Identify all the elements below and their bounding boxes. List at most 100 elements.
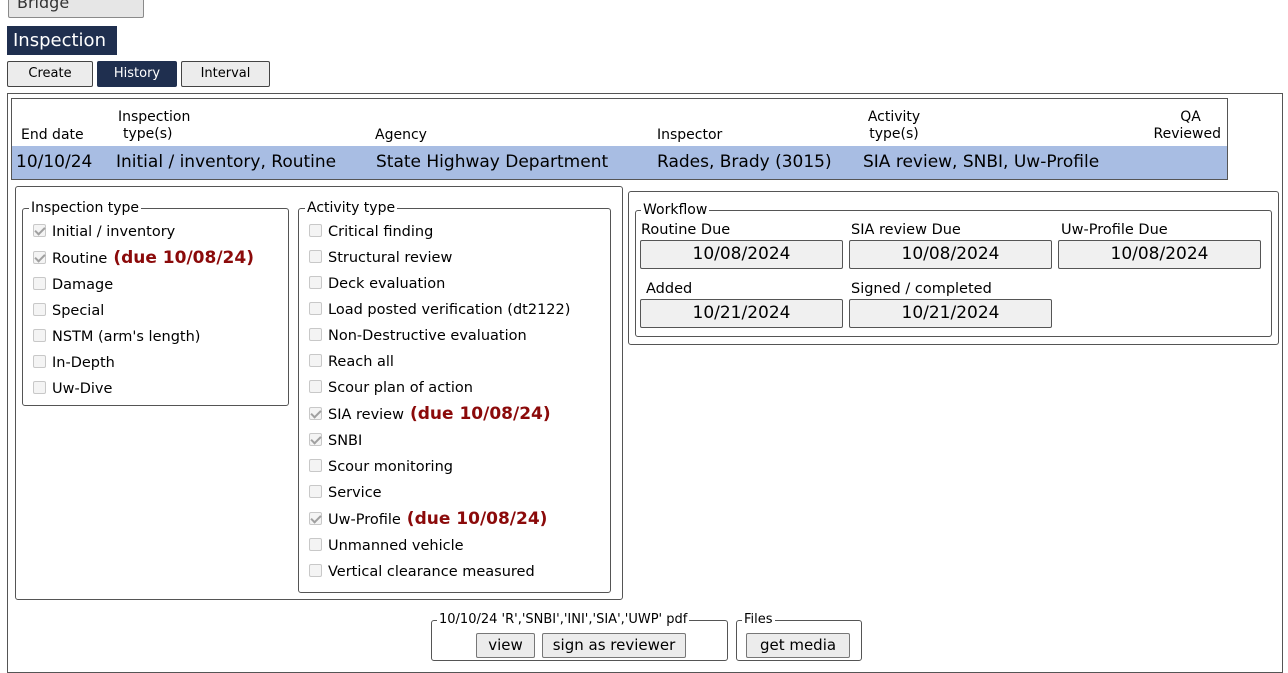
- checkbox[interactable]: [309, 459, 322, 472]
- routine-due-field[interactable]: 10/08/2024: [640, 240, 843, 269]
- tab-interval[interactable]: Interval: [181, 61, 270, 87]
- due-badge: (due 10/08/24): [113, 248, 254, 268]
- activity-type-item[interactable]: Load posted verification (dt2122): [309, 297, 570, 323]
- workflow-legend: Workflow: [641, 202, 710, 218]
- checkbox-label: Deck evaluation: [328, 276, 446, 292]
- checkbox[interactable]: [309, 538, 322, 551]
- inspection-type-item[interactable]: In-Depth: [33, 350, 254, 376]
- checkbox[interactable]: [309, 328, 322, 341]
- col-header-qa-reviewed: QA Reviewed: [1150, 109, 1221, 143]
- checkbox-label: Unmanned vehicle: [328, 538, 464, 554]
- tab-history[interactable]: History: [97, 61, 177, 87]
- activity-type-item[interactable]: Non-Destructive evaluation: [309, 323, 570, 349]
- col-header-qa-line2: Reviewed: [1153, 126, 1221, 142]
- get-media-button[interactable]: get media: [746, 633, 850, 658]
- activity-type-item[interactable]: Scour monitoring: [309, 454, 570, 480]
- checkbox-label: Scour plan of action: [328, 380, 473, 396]
- inspection-type-item[interactable]: NSTM (arm's length): [33, 324, 254, 350]
- checkbox-label: Scour monitoring: [328, 459, 453, 475]
- activity-type-item[interactable]: Unmanned vehicle: [309, 533, 570, 559]
- checkbox-label: Non-Destructive evaluation: [328, 328, 527, 344]
- checkbox[interactable]: [33, 224, 46, 237]
- checkbox[interactable]: [309, 354, 322, 367]
- added-field[interactable]: 10/21/2024: [640, 299, 843, 328]
- bridge-button[interactable]: Bridge: [8, 0, 144, 18]
- activity-type-item[interactable]: SIA review (due 10/08/24): [309, 401, 570, 428]
- sign-as-reviewer-button[interactable]: sign as reviewer: [542, 633, 686, 658]
- col-header-inspection-types: Inspection type(s): [118, 109, 190, 143]
- pdf-legend: 10/10/24 'R','SNBI','INI','SIA','UWP' pd…: [437, 612, 690, 628]
- cell-end-date: 10/10/24: [16, 152, 93, 172]
- sia-review-due-label: SIA review Due: [851, 222, 961, 238]
- inspection-type-list: Initial / inventory Routine (due 10/08/24…: [33, 219, 254, 402]
- checkbox-label: NSTM (arm's length): [52, 329, 201, 345]
- checkbox-label: Critical finding: [328, 224, 434, 240]
- inspection-type-legend: Inspection type: [29, 200, 142, 216]
- added-label: Added: [646, 281, 693, 297]
- inspection-type-item[interactable]: Routine (due 10/08/24): [33, 245, 254, 272]
- checkbox-label: Service: [328, 485, 382, 501]
- activity-type-item[interactable]: Deck evaluation: [309, 271, 570, 297]
- checkbox[interactable]: [309, 302, 322, 315]
- activity-type-item[interactable]: Uw-Profile (due 10/08/24): [309, 506, 570, 533]
- checkbox[interactable]: [309, 485, 322, 498]
- activity-type-item[interactable]: Scour plan of action: [309, 375, 570, 401]
- cell-inspector: Rades, Brady (3015): [657, 152, 832, 172]
- sia-review-due-field[interactable]: 10/08/2024: [849, 240, 1052, 269]
- inspection-type-item[interactable]: Uw-Dive: [33, 376, 254, 402]
- cell-activity-types: SIA review, SNBI, Uw-Profile: [863, 152, 1100, 172]
- col-header-activity-types-line1: Activity: [867, 109, 921, 125]
- checkbox[interactable]: [309, 276, 322, 289]
- checkbox[interactable]: [33, 277, 46, 290]
- checkbox-label: Load posted verification (dt2122): [328, 302, 571, 318]
- checkbox[interactable]: [309, 564, 322, 577]
- checkbox[interactable]: [309, 512, 322, 525]
- activity-type-item[interactable]: SNBI: [309, 428, 570, 454]
- checkbox[interactable]: [309, 380, 322, 393]
- checkbox[interactable]: [309, 224, 322, 237]
- checkbox[interactable]: [309, 407, 322, 420]
- inspection-type-item[interactable]: Special: [33, 298, 254, 324]
- checkbox-label: Structural review: [328, 250, 453, 266]
- checkbox[interactable]: [309, 250, 322, 263]
- checkbox[interactable]: [33, 381, 46, 394]
- inspection-type-item[interactable]: Initial / inventory: [33, 219, 254, 245]
- checkbox[interactable]: [309, 433, 322, 446]
- col-header-agency: Agency: [375, 127, 427, 143]
- activity-type-item[interactable]: Reach all: [309, 349, 570, 375]
- col-header-end-date: End date: [21, 127, 84, 143]
- checkbox[interactable]: [33, 251, 46, 264]
- checkbox[interactable]: [33, 303, 46, 316]
- col-header-activity-types-line2: type(s): [869, 126, 919, 142]
- due-badge: (due 10/08/24): [409, 404, 551, 424]
- col-header-activity-types: Activity type(s): [864, 109, 924, 143]
- col-header-qa-line1: QA: [1180, 109, 1201, 125]
- col-header-inspector: Inspector: [657, 127, 723, 143]
- activity-type-item[interactable]: Service: [309, 480, 570, 506]
- activity-type-item[interactable]: Critical finding: [309, 219, 570, 245]
- uw-profile-due-field[interactable]: 10/08/2024: [1058, 240, 1261, 269]
- view-pdf-button[interactable]: view: [476, 633, 535, 658]
- activity-type-list: Critical finding Structural review Deck …: [309, 219, 570, 585]
- section-title: Inspection: [7, 26, 117, 55]
- checkbox-label: Damage: [52, 277, 114, 293]
- routine-due-label: Routine Due: [641, 222, 731, 238]
- inspection-type-item[interactable]: Damage: [33, 272, 254, 298]
- checkbox-label: SIA review: [328, 407, 404, 423]
- checkbox-label: Special: [52, 303, 105, 319]
- signed-completed-field[interactable]: 10/21/2024: [849, 299, 1052, 328]
- checkbox[interactable]: [33, 355, 46, 368]
- table-row[interactable]: 10/10/24 Initial / inventory, Routine St…: [12, 146, 1227, 179]
- checkbox-label: Reach all: [328, 354, 394, 370]
- activity-type-item[interactable]: Vertical clearance measured: [309, 559, 570, 585]
- due-badge: (due 10/08/24): [406, 509, 548, 529]
- activity-type-legend: Activity type: [305, 200, 398, 216]
- cell-inspection-types: Initial / inventory, Routine: [116, 152, 337, 172]
- uw-profile-due-label: Uw-Profile Due: [1061, 222, 1168, 238]
- checkbox[interactable]: [33, 329, 46, 342]
- checkbox-label: In-Depth: [52, 355, 115, 371]
- cell-agency: State Highway Department: [376, 152, 609, 172]
- checkbox-label: Routine: [52, 251, 108, 267]
- activity-type-item[interactable]: Structural review: [309, 245, 570, 271]
- tab-create[interactable]: Create: [7, 61, 93, 87]
